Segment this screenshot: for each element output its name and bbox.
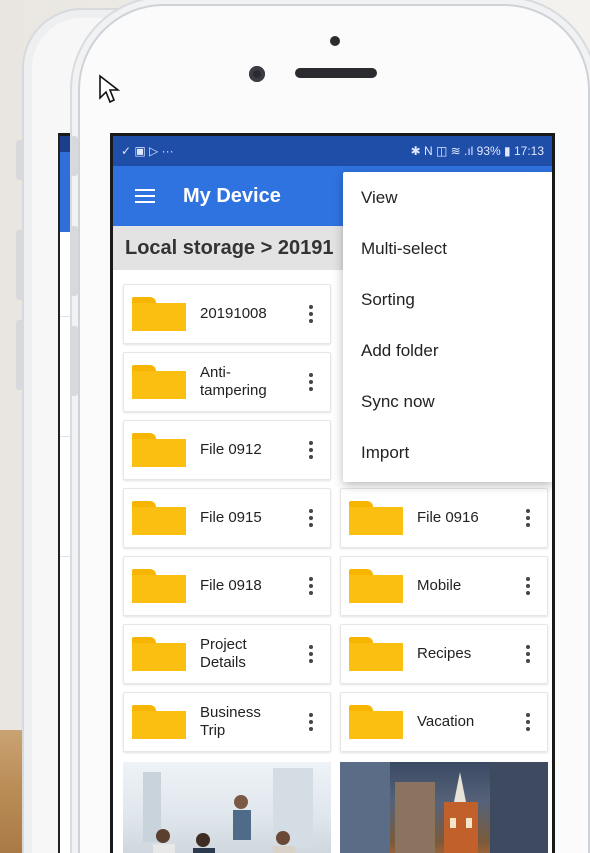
- folder-name: Anti- tampering: [200, 364, 267, 399]
- photo-thumbnail[interactable]: [340, 762, 548, 853]
- front-camera: [249, 66, 265, 82]
- mouse-cursor-icon: [99, 74, 120, 104]
- more-options-icon[interactable]: [296, 566, 326, 606]
- folder-tile[interactable]: 20191008: [123, 284, 331, 344]
- folder-icon: [349, 501, 403, 535]
- meeting-photo-icon: [143, 768, 313, 853]
- city-photo-icon: [340, 762, 548, 853]
- more-options-icon[interactable]: [513, 566, 543, 606]
- folder-name: File 0915: [200, 509, 262, 526]
- folder-name: 20191008: [200, 305, 267, 322]
- menu-item-sorting[interactable]: Sorting: [343, 274, 552, 325]
- folder-name: File 0912: [200, 441, 262, 458]
- more-options-icon[interactable]: [513, 498, 543, 538]
- folder-icon: [349, 569, 403, 603]
- earpiece-speaker: [295, 68, 377, 78]
- folder-icon: [132, 297, 186, 331]
- more-options-icon[interactable]: [296, 634, 326, 674]
- overflow-menu: View Multi-select Sorting Add folder Syn…: [343, 172, 552, 482]
- more-options-icon[interactable]: [296, 430, 326, 470]
- folder-name: Project Details: [200, 636, 247, 671]
- folder-icon: [132, 637, 186, 671]
- side-button: [70, 136, 78, 176]
- side-button: [16, 320, 24, 390]
- folder-icon: [349, 705, 403, 739]
- proximity-sensor: [330, 36, 340, 46]
- folder-tile[interactable]: File 0918: [123, 556, 331, 616]
- folder-icon: [132, 365, 186, 399]
- folder-tile[interactable]: File 0916: [340, 488, 548, 548]
- phone-screen: ✓ ▣ ▷ ··· ✱ N ◫ ≋ .ıl 93% ▮ 17:13 My Dev…: [110, 133, 555, 853]
- menu-item-view[interactable]: View: [343, 172, 552, 223]
- side-button: [70, 226, 78, 296]
- folder-name: Recipes: [417, 645, 472, 662]
- folder-icon: [132, 705, 186, 739]
- folder-name: File 0916: [417, 509, 479, 526]
- app-title: My Device: [183, 184, 281, 207]
- folder-tile[interactable]: File 0915: [123, 488, 331, 548]
- status-bar: ✓ ▣ ▷ ··· ✱ N ◫ ≋ .ıl 93% ▮ 17:13: [113, 136, 552, 166]
- folder-tile[interactable]: Mobile: [340, 556, 548, 616]
- menu-item-add-folder[interactable]: Add folder: [343, 325, 552, 376]
- folder-icon: [132, 501, 186, 535]
- folder-tile[interactable]: Business Trip: [123, 692, 331, 752]
- folder-tile[interactable]: Anti- tampering: [123, 352, 331, 412]
- folder-name: Mobile: [417, 577, 462, 594]
- folder-name: Business Trip: [200, 704, 261, 739]
- status-left-icons: ✓ ▣ ▷ ···: [121, 144, 174, 158]
- more-options-icon[interactable]: [513, 634, 543, 674]
- hamburger-icon[interactable]: [123, 166, 167, 226]
- folder-tile[interactable]: Vacation: [340, 692, 548, 752]
- folder-tile[interactable]: Recipes: [340, 624, 548, 684]
- more-options-icon[interactable]: [296, 362, 326, 402]
- folder-tile[interactable]: File 0912: [123, 420, 331, 480]
- folder-icon: [349, 637, 403, 671]
- side-button: [16, 230, 24, 300]
- phone-frame: ✓ ▣ ▷ ··· ✱ N ◫ ≋ .ıl 93% ▮ 17:13 My Dev…: [70, 4, 590, 853]
- more-options-icon[interactable]: [296, 498, 326, 538]
- menu-item-sync-now[interactable]: Sync now: [343, 376, 552, 427]
- side-button: [70, 326, 78, 396]
- status-right-info: ✱ N ◫ ≋ .ıl 93% ▮ 17:13: [410, 144, 544, 158]
- menu-item-import[interactable]: Import: [343, 427, 552, 478]
- folder-tile[interactable]: Project Details: [123, 624, 331, 684]
- menu-item-multi-select[interactable]: Multi-select: [343, 223, 552, 274]
- more-options-icon[interactable]: [296, 702, 326, 742]
- side-button: [16, 140, 24, 180]
- more-options-icon[interactable]: [513, 702, 543, 742]
- folder-icon: [132, 433, 186, 467]
- folder-icon: [132, 569, 186, 603]
- folder-name: Vacation: [417, 713, 475, 730]
- more-options-icon[interactable]: [296, 294, 326, 334]
- folder-name: File 0918: [200, 577, 262, 594]
- photo-thumbnail[interactable]: [123, 762, 331, 853]
